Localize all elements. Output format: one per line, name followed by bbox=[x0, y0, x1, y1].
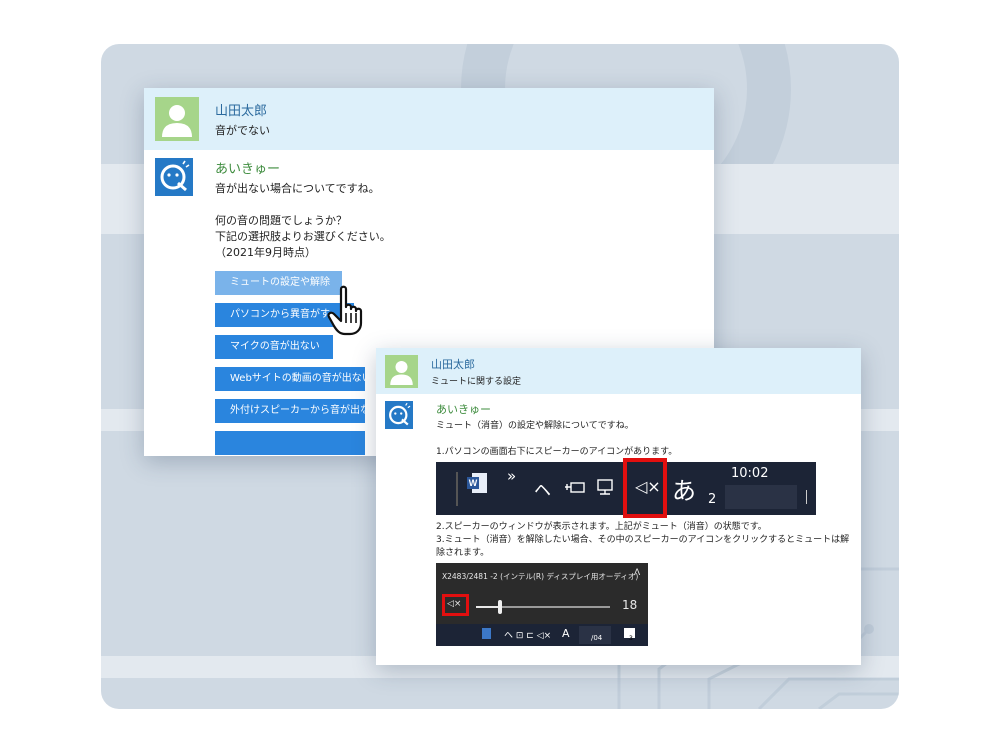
bot-avatar bbox=[155, 158, 193, 196]
hand-cursor-icon bbox=[327, 285, 363, 336]
bot-q-icon bbox=[389, 402, 411, 426]
bot-line: ミュート（消音）の設定や解除についてですね。 bbox=[436, 421, 634, 431]
choice-mic-no-sound-button[interactable]: マイクの音が出ない bbox=[215, 335, 333, 359]
mini-tray-icons: ヘ ⊡ ⊏ ◁× bbox=[504, 631, 552, 641]
choice-web-video-button[interactable]: Webサイトの動画の音が出ない bbox=[215, 367, 365, 391]
volume-value: 18 bbox=[622, 598, 638, 612]
panel-speaker-mute-icon[interactable]: ◁× bbox=[447, 599, 461, 609]
bot-line: 音が出ない場合についてですね。 bbox=[215, 182, 380, 195]
notification-edge bbox=[806, 490, 807, 504]
word-icon: W bbox=[467, 473, 487, 493]
mini-clock-date: /04 bbox=[591, 634, 603, 642]
notification-badge: 3 bbox=[629, 635, 633, 642]
volume-slider-track[interactable] bbox=[476, 600, 610, 614]
ime-indicator[interactable]: あ bbox=[672, 471, 696, 506]
user-message: ミュートに関する設定 bbox=[431, 376, 522, 387]
bot-line: （2021年9月時点） bbox=[215, 246, 316, 259]
user-name: 山田太郎 bbox=[215, 104, 268, 119]
user-message-row: 山田太郎 音がでない bbox=[144, 88, 714, 150]
choice-external-speaker-button[interactable]: 外付けスピーカーから音が出ない bbox=[215, 399, 365, 423]
volume-slider-fill bbox=[476, 606, 501, 608]
bot-avatar bbox=[385, 401, 413, 429]
bot-line: 何の音の問題でしょうか？ bbox=[215, 214, 347, 227]
user-message-row: 山田太郎 ミュートに関する設定 bbox=[376, 348, 861, 394]
mini-taskbar: ヘ ⊡ ⊏ ◁× A /04 3 bbox=[436, 624, 648, 646]
redacted-area bbox=[725, 485, 797, 509]
clock-date: 2 bbox=[708, 492, 717, 507]
volume-panel-screenshot: X2483/2481 -2 (インテル(R) ディスプレイ用オーディオ) ᐱ ◁… bbox=[436, 563, 648, 646]
bot-line: 3.ミュート（消音）を解除したい場合、その中のスピーカーのアイコンをクリックする… bbox=[436, 535, 850, 558]
show-hidden-icons-caret[interactable]: ヘ bbox=[534, 476, 551, 501]
chat-window-2: 山田太郎 ミュートに関する設定 あいきゅー ミュート（消音）の設定や解除について… bbox=[376, 348, 861, 665]
user-message: 音がでない bbox=[215, 124, 270, 137]
collapse-chevron-icon[interactable]: ᐱ bbox=[634, 568, 640, 578]
volume-slider-thumb[interactable] bbox=[498, 600, 503, 614]
user-silhouette-icon bbox=[390, 360, 413, 385]
svg-text:W: W bbox=[469, 478, 478, 488]
user-name: 山田太郎 bbox=[431, 357, 475, 371]
choice-more-button[interactable] bbox=[215, 431, 365, 455]
overflow-chevrons-icon[interactable]: » bbox=[507, 467, 516, 485]
clock-time[interactable]: 10:02 bbox=[731, 466, 768, 481]
bot-line: 下記の選択肢よりお選びください。 bbox=[215, 230, 391, 243]
taskbar-screenshot: W » ヘ ◁× あ 10:02 2 bbox=[436, 458, 816, 518]
mini-word-icon bbox=[482, 628, 491, 639]
user-avatar bbox=[385, 354, 418, 388]
battery-plug-icon[interactable] bbox=[564, 480, 586, 496]
audio-device-name: X2483/2481 -2 (インテル(R) ディスプレイ用オーディオ) bbox=[442, 572, 639, 581]
mute-highlight-frame bbox=[623, 458, 667, 518]
network-icon[interactable] bbox=[596, 478, 618, 496]
bot-name: あいきゅー bbox=[436, 403, 491, 416]
bot-line: 2.スピーカーのウィンドウが表示されます。上記がミュート（消音）の状態です。 bbox=[436, 522, 767, 532]
choice-mute-settings-button[interactable]: ミュートの設定や解除 bbox=[215, 271, 342, 295]
bot-q-icon bbox=[160, 160, 190, 192]
user-avatar bbox=[155, 97, 199, 141]
mini-ime-indicator: A bbox=[562, 627, 570, 640]
user-silhouette-icon bbox=[162, 105, 192, 137]
bot-name: あいきゅー bbox=[215, 162, 281, 177]
